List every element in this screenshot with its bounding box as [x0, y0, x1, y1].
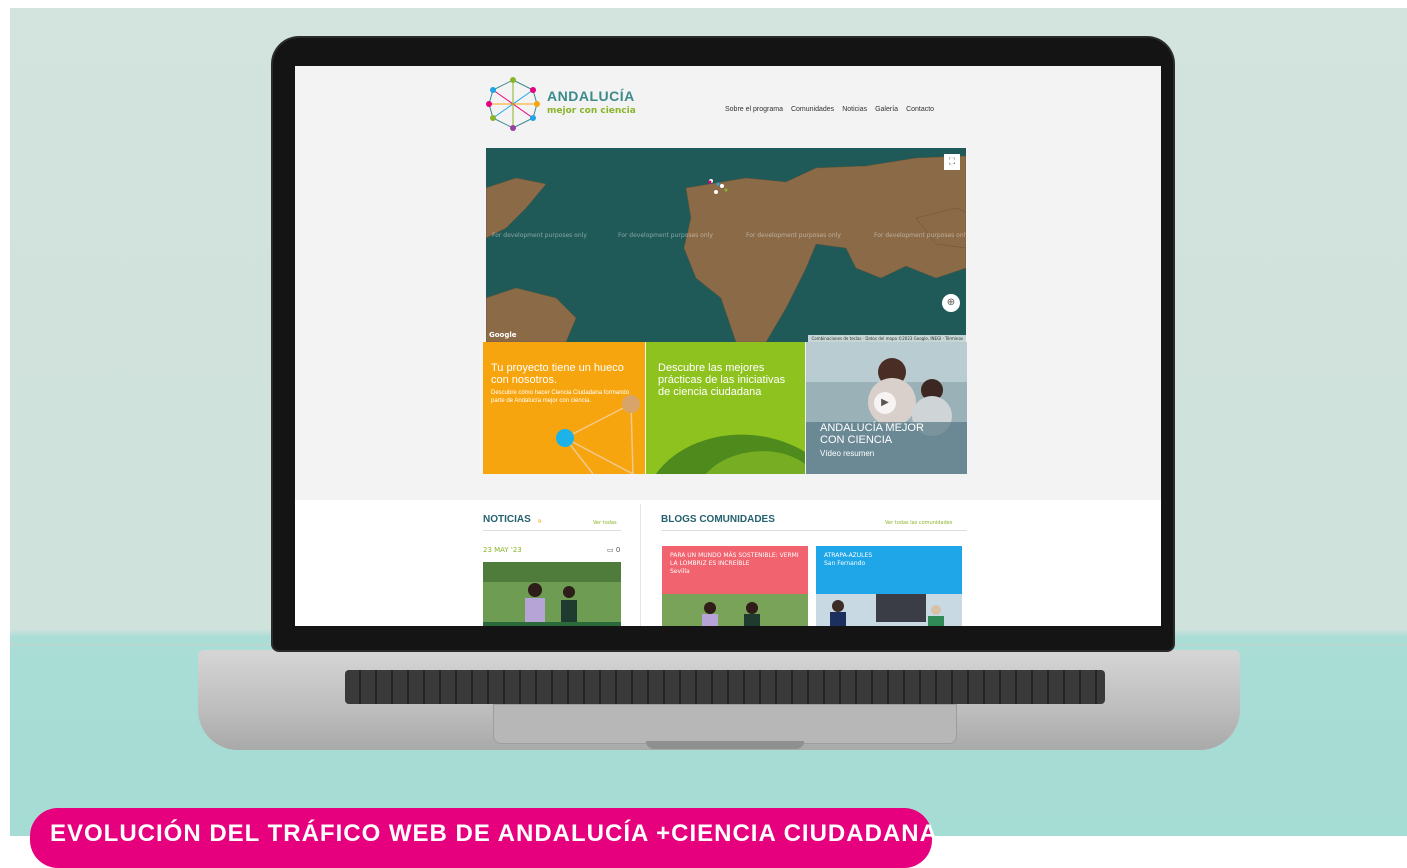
comments-count[interactable]: ▭ 0	[607, 546, 620, 554]
blog-card[interactable]: ATRAPA-AZULES San Fernando	[816, 546, 962, 626]
blog-card-location: San Fernando	[824, 560, 866, 567]
column-divider	[640, 504, 641, 626]
news-title: NOTICIAS	[483, 514, 531, 525]
tile-practices-title: Descubre las mejores prácticas de las in…	[658, 362, 786, 398]
blog-card-caption: ATRAPA-AZULES San Fernando	[816, 546, 962, 594]
rss-icon[interactable]: ʀ	[538, 518, 542, 525]
blog-card-location: Sevilla	[670, 568, 690, 575]
blog-card-title: PARA UN MUNDO MÁS SOSTENIBLE: VERMI LA L…	[670, 552, 799, 567]
news-photo	[483, 562, 621, 626]
news-date: 23 MAY '23	[483, 546, 522, 554]
nav-item-contacto[interactable]: Contacto	[906, 106, 934, 113]
news-see-all-link[interactable]: Ver todas	[593, 520, 617, 526]
nav-item-galeria[interactable]: Galería	[875, 106, 898, 113]
map-attribution[interactable]: Combinaciones de teclas · Datos del mapa…	[808, 335, 966, 342]
map-watermark: For development purposes only	[618, 232, 713, 239]
title-banner: EVOLUCIÓN DEL TRÁFICO WEB DE ANDALUCÍA +…	[30, 808, 937, 868]
brand-tagline: mejor con ciencia	[547, 106, 636, 116]
photo-scene: ANDALUCÍA mejor con ciencia Sobre el pro…	[10, 8, 1407, 836]
map-watermark: For development purposes only	[492, 232, 587, 239]
content-section: NOTICIAS ʀ Ver todas 23 MAY '23 ▭ 0 BLOG…	[295, 500, 1161, 626]
nav-item-sobre-el-programa[interactable]: Sobre el programa	[725, 106, 783, 113]
play-icon[interactable]: ▶	[874, 392, 896, 414]
blogs-see-all-link[interactable]: Ver todas las comunidades	[885, 520, 952, 526]
map-land-shapes	[486, 155, 966, 342]
blog-card-caption: PARA UN MUNDO MÁS SOSTENIBLE: VERMI LA L…	[662, 546, 808, 594]
tile-project[interactable]: Tu proyecto tiene un hueco con nosotros.…	[483, 342, 645, 474]
tile-video-subtitle: Vídeo resumen	[820, 449, 875, 458]
blog-card-image	[662, 594, 808, 626]
site-header: ANDALUCÍA mejor con ciencia Sobre el pro…	[485, 76, 965, 136]
brand-name[interactable]: ANDALUCÍA	[547, 88, 635, 104]
news-thumbnail[interactable]	[483, 562, 621, 626]
blogs-rule	[661, 530, 967, 531]
tile-video-title: ANDALUCÍA MEJOR CON CIENCIA	[820, 422, 924, 446]
blog-card[interactable]: PARA UN MUNDO MÁS SOSTENIBLE: VERMI LA L…	[662, 546, 808, 626]
fullscreen-icon[interactable]: ⛶	[944, 154, 960, 170]
world-map[interactable]: For development purposes only For develo…	[486, 148, 966, 342]
blog-card-image	[816, 594, 962, 626]
laptop-notch	[646, 741, 804, 749]
tile-practices[interactable]: Descubre las mejores prácticas de las in…	[646, 342, 805, 474]
laptop-trackpad	[493, 704, 957, 744]
laptop-screen: ANDALUCÍA mejor con ciencia Sobre el pro…	[295, 66, 1161, 626]
comment-icon: ▭	[607, 546, 614, 554]
banner-text: EVOLUCIÓN DEL TRÁFICO WEB DE ANDALUCÍA +…	[50, 820, 938, 847]
main-nav: Sobre el programa Comunidades Noticias G…	[725, 106, 934, 113]
tile-video[interactable]: ▶ ANDALUCÍA MEJOR CON CIENCIA Vídeo resu…	[806, 342, 967, 474]
google-logo: Google	[489, 331, 517, 339]
tile-project-title: Tu proyecto tiene un hueco con nosotros.	[491, 362, 624, 386]
blogs-title: BLOGS COMUNIDADES	[661, 514, 775, 525]
nav-item-comunidades[interactable]: Comunidades	[791, 106, 834, 113]
laptop-keyboard	[345, 670, 1105, 704]
logo-icon[interactable]	[485, 76, 541, 132]
comments-number: 0	[615, 546, 621, 554]
blog-card-title: ATRAPA-AZULES	[824, 552, 873, 559]
map-watermark: For development purposes only	[746, 232, 841, 239]
nav-item-noticias[interactable]: Noticias	[842, 106, 867, 113]
news-rule	[483, 530, 621, 531]
tile-project-text: Descubre cómo hacer Ciencia Ciudadana fo…	[491, 390, 630, 404]
map-watermark: For development purposes only	[874, 232, 966, 239]
locate-icon[interactable]: ⊕	[942, 294, 960, 312]
